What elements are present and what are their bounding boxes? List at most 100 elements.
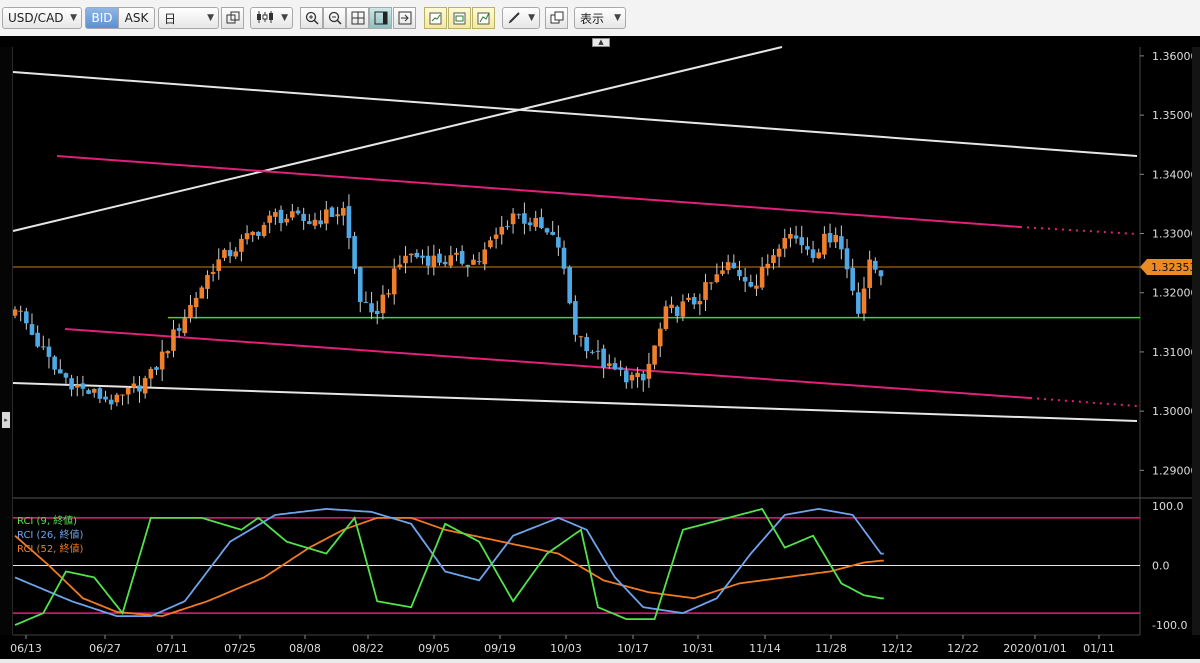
chevron-down-icon: ▼ — [70, 13, 77, 23]
candle-body — [618, 367, 623, 370]
draw-channel-icon[interactable] — [448, 7, 471, 29]
candle-body — [669, 304, 674, 309]
bid-button[interactable]: BID — [85, 7, 119, 29]
date-tick-label: 09/19 — [484, 642, 516, 655]
candle-body — [533, 217, 539, 227]
price-chart-svg[interactable]: 1.36000 1.35000 1.34000 1.33000 1.32000 1.310… — [0, 36, 1200, 659]
candle-body — [273, 212, 278, 217]
date-tick-label: 12/12 — [881, 642, 913, 655]
candle-body — [301, 213, 306, 221]
rci-axis-label: 100.0 — [1152, 500, 1184, 513]
zoom-out-icon[interactable] — [323, 7, 346, 29]
timeframe-label: 日 — [164, 11, 177, 26]
candle-body — [125, 387, 131, 395]
date-tick-label: 12/22 — [947, 642, 979, 655]
candle-body — [205, 274, 210, 289]
candle-body — [391, 268, 397, 295]
candle-body — [476, 261, 482, 263]
candle-body — [567, 266, 572, 304]
draw-trend-icon[interactable] — [424, 7, 447, 29]
candle-body — [607, 363, 612, 367]
candle-body — [590, 351, 595, 353]
candle-body — [754, 285, 759, 289]
drawing-tool-select[interactable]: ▼ — [502, 7, 540, 29]
candle-body — [680, 301, 686, 317]
symbol-select[interactable]: USD/CAD ▼ — [2, 7, 82, 29]
candle-body — [850, 267, 855, 291]
candle-body — [103, 396, 108, 400]
candle-body — [386, 293, 391, 295]
candle-body — [793, 235, 799, 239]
candlestick-icon — [251, 10, 274, 27]
candle-body — [312, 219, 318, 226]
candle — [573, 295, 578, 342]
display-menu[interactable]: 表示 ▼ — [574, 7, 626, 29]
candle — [352, 231, 357, 274]
left-gutter: ▸ — [0, 47, 13, 635]
crosshair-icon[interactable] — [346, 7, 369, 29]
candle-body — [499, 226, 505, 235]
rci-axis-label: 0.0 — [1152, 560, 1170, 573]
chevron-down-icon: ▼ — [614, 13, 621, 23]
candle-body — [239, 238, 244, 252]
candle-body — [595, 350, 601, 352]
scroll-end-icon[interactable] — [393, 7, 416, 29]
current-price-label: 1.32353 — [1151, 261, 1197, 274]
candle-body — [771, 255, 776, 264]
candle-body — [182, 318, 188, 334]
candle-body — [459, 250, 465, 264]
candle-body — [714, 274, 720, 283]
candle-body — [556, 237, 561, 248]
chart-panel-icon[interactable] — [369, 7, 392, 29]
candle-body — [12, 309, 18, 316]
copy-window-icon[interactable] — [545, 7, 568, 29]
candle-body — [295, 210, 301, 214]
zoom-in-icon[interactable] — [300, 7, 323, 29]
candle-body — [544, 228, 550, 233]
chevron-down-icon: ▼ — [528, 13, 535, 23]
candle-body — [233, 251, 239, 257]
chart-area[interactable]: 1.36000 1.35000 1.34000 1.33000 1.32000 1.310… — [0, 36, 1200, 659]
candle-body — [465, 264, 471, 267]
candle-body — [691, 297, 697, 305]
candle-body — [720, 270, 725, 274]
chart-type-select[interactable]: ▼ — [250, 7, 293, 29]
candle-body — [448, 255, 454, 266]
candle-body — [261, 224, 267, 236]
price-tick-label: 1.34000 — [1152, 168, 1198, 181]
link-chart-icon[interactable] — [221, 7, 244, 29]
rci9-line — [14, 507, 884, 626]
candle-body — [414, 252, 420, 258]
collapse-toolbar-button[interactable]: ▲ — [592, 38, 610, 47]
candle-body — [403, 255, 408, 264]
candle-body — [148, 368, 154, 379]
draw-fib-icon[interactable] — [472, 7, 495, 29]
price-tick-label: 1.29000 — [1152, 464, 1198, 477]
timeframe-select[interactable]: 日 ▼ — [158, 7, 219, 29]
candle-body — [363, 302, 369, 304]
date-tick-label: 08/08 — [289, 642, 321, 655]
candle-body — [74, 384, 80, 388]
candle-body — [573, 301, 578, 335]
sidebar-toggle-handle[interactable]: ▸ — [2, 412, 10, 428]
candle-body — [120, 394, 125, 396]
candle-body — [159, 351, 165, 370]
vertical-scrollbar[interactable] — [1192, 47, 1200, 635]
candle-body — [57, 369, 63, 374]
candle-body — [493, 234, 499, 239]
candle-body — [810, 249, 816, 258]
display-label: 表示 — [580, 11, 605, 26]
candle-body — [340, 208, 346, 216]
rci-legend-item: RCI (52, 終値) — [17, 542, 84, 555]
candle-body — [759, 267, 765, 288]
candle-body — [782, 237, 788, 249]
date-tick-label: 11/28 — [815, 642, 847, 655]
candle-body — [41, 346, 46, 348]
candle-body — [199, 287, 205, 299]
candle-body — [374, 310, 380, 315]
ask-button[interactable]: ASK — [118, 7, 155, 29]
candle-body — [193, 297, 199, 308]
candle-body — [369, 303, 374, 313]
date-axis: 06/13 06/27 07/11 07/25 08/08 08/22 09/05 09/19… — [10, 634, 1140, 655]
price-tick-label: 1.33000 — [1152, 228, 1198, 241]
